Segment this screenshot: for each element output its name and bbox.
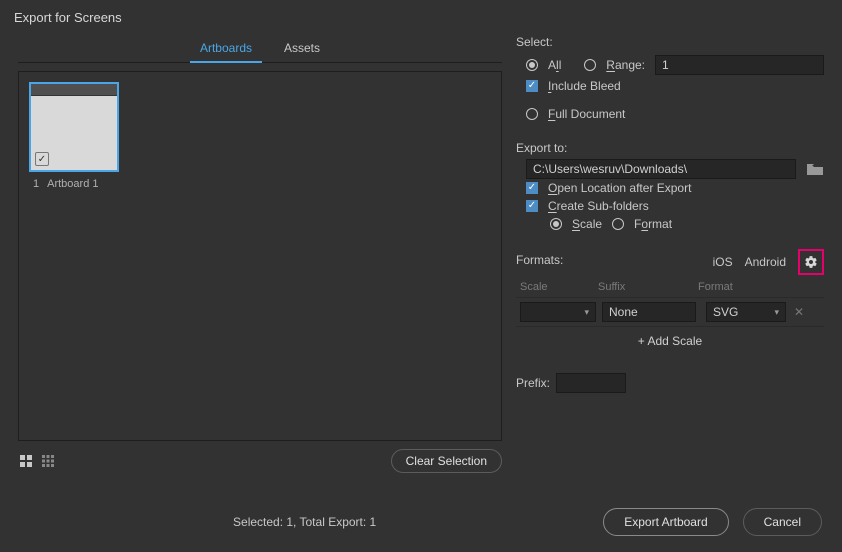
- prefix-label: Prefix:: [516, 376, 550, 390]
- format-label: Format: [634, 217, 672, 231]
- tab-assets[interactable]: Assets: [274, 35, 330, 63]
- format-dropdown[interactable]: SVG▾: [706, 302, 786, 322]
- suffix-dropdown[interactable]: None: [602, 302, 696, 322]
- scale-label: Scale: [572, 217, 602, 231]
- tabs: Artboards Assets: [18, 35, 502, 63]
- gear-icon: [804, 255, 818, 269]
- open-location-label: Open Location after Export: [548, 181, 691, 195]
- create-subfolders-label: Create Sub-folders: [548, 199, 649, 213]
- artboard-thumbnail[interactable]: ✓: [29, 82, 119, 172]
- cancel-button[interactable]: Cancel: [743, 508, 822, 536]
- selection-status: Selected: 1, Total Export: 1: [20, 515, 589, 529]
- export-path-input[interactable]: [526, 159, 796, 179]
- col-suffix: Suffix: [598, 281, 698, 293]
- include-bleed-label: Include Bleed: [548, 79, 621, 93]
- radio-all[interactable]: [526, 59, 538, 71]
- folder-icon[interactable]: [806, 162, 824, 176]
- formats-label: Formats:: [516, 253, 563, 267]
- format-row: ▾ None SVG▾ ✕: [516, 298, 824, 326]
- add-scale-button[interactable]: + Add Scale: [516, 326, 824, 355]
- radio-format[interactable]: [612, 218, 624, 230]
- scale-dropdown[interactable]: ▾: [520, 302, 596, 322]
- android-preset[interactable]: Android: [745, 255, 786, 269]
- format-settings-button[interactable]: [798, 249, 824, 275]
- artboard-checkbox[interactable]: ✓: [35, 152, 49, 166]
- tab-artboards[interactable]: Artboards: [190, 35, 262, 63]
- radio-full-document[interactable]: [526, 108, 538, 120]
- include-bleed-checkbox[interactable]: ✓: [526, 80, 538, 92]
- small-grid-view-icon[interactable]: [40, 453, 56, 469]
- col-format: Format: [698, 281, 824, 293]
- select-label: Select:: [516, 35, 824, 49]
- range-input[interactable]: [655, 55, 824, 75]
- ios-preset[interactable]: iOS: [713, 255, 733, 269]
- create-subfolders-checkbox[interactable]: ✓: [526, 200, 538, 212]
- clear-selection-button[interactable]: Clear Selection: [391, 449, 502, 473]
- grid-view-icon[interactable]: [18, 453, 34, 469]
- col-scale: Scale: [516, 281, 598, 293]
- radio-range[interactable]: [584, 59, 596, 71]
- range-label: Range:: [606, 58, 645, 72]
- artboard-grid: ✓ 1 Artboard 1: [18, 71, 502, 441]
- all-label: All: [548, 58, 561, 72]
- radio-scale[interactable]: [550, 218, 562, 230]
- full-document-label: Full Document: [548, 107, 625, 121]
- export-to-label: Export to:: [516, 141, 824, 155]
- artboard-name: Artboard 1: [47, 178, 98, 190]
- window-title: Export for Screens: [0, 0, 842, 35]
- artboard-number: 1: [33, 178, 39, 190]
- export-artboard-button[interactable]: Export Artboard: [603, 508, 728, 536]
- open-location-checkbox[interactable]: ✓: [526, 182, 538, 194]
- prefix-input[interactable]: [556, 373, 626, 393]
- artboard-item[interactable]: ✓ 1 Artboard 1: [29, 82, 119, 190]
- remove-format-icon[interactable]: ✕: [790, 305, 808, 319]
